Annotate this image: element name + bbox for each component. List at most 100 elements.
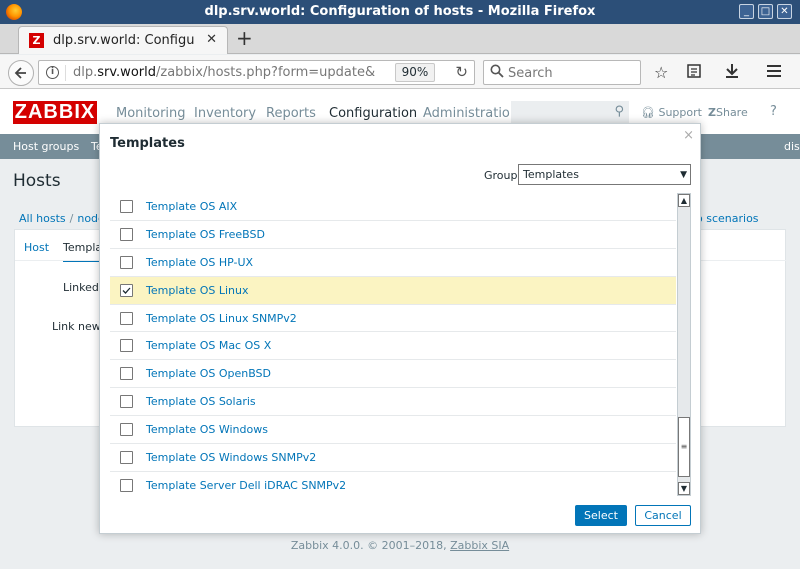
help-link[interactable]: ?: [770, 104, 777, 119]
zabbix-favicon-icon: Z: [29, 33, 44, 48]
templates-list: Template OS AIX Template OS FreeBSD Templa…: [110, 193, 676, 493]
zabbix-search-icon[interactable]: ⚲: [614, 104, 624, 119]
chevron-down-icon: ▼: [680, 170, 687, 180]
new-tab-button[interactable]: +: [236, 27, 253, 49]
template-name-link[interactable]: Template OS OpenBSD: [146, 367, 271, 380]
close-window-button[interactable]: ✕: [777, 4, 792, 19]
tab-close-icon[interactable]: ✕: [206, 32, 217, 47]
search-bar[interactable]: Search: [483, 60, 641, 85]
modal-title: Templates: [110, 136, 185, 151]
zabbix-logo[interactable]: ZABBIX: [13, 101, 97, 124]
modal-close-icon[interactable]: ×: [683, 128, 694, 143]
template-name-link[interactable]: Template OS Linux: [146, 284, 248, 297]
tab-title: dlp.srv.world: Configu: [53, 33, 195, 48]
template-checkbox[interactable]: [120, 200, 133, 213]
template-row[interactable]: Template Server Dell iDRAC SNMPv2: [110, 472, 676, 493]
back-button[interactable]: [8, 60, 34, 86]
browser-tab[interactable]: Z dlp.srv.world: Configu ✕: [18, 26, 228, 54]
group-select[interactable]: Templates ▼: [518, 164, 691, 185]
scroll-up-button[interactable]: ▲: [678, 194, 690, 207]
template-checkbox[interactable]: [120, 423, 133, 437]
tab-templates[interactable]: Templa: [63, 241, 103, 262]
url-bar[interactable]: i dlp.srv.world/zabbix/hosts.php?form=up…: [38, 60, 475, 85]
back-arrow-icon: [14, 67, 26, 79]
url-path: /zabbix/hosts.php?form=update&: [155, 65, 376, 80]
reload-icon[interactable]: ↻: [455, 63, 468, 81]
scroll-down-button[interactable]: ▼: [678, 482, 690, 495]
template-name-link[interactable]: Template OS Solaris: [146, 395, 256, 408]
template-row[interactable]: Template OS Linux SNMPv2: [110, 305, 676, 333]
tab-strip: Z dlp.srv.world: Configu ✕ +: [0, 24, 800, 54]
bookmark-star-icon[interactable]: ☆: [654, 63, 668, 82]
template-checkbox[interactable]: [120, 395, 133, 409]
template-name-link[interactable]: Template OS FreeBSD: [146, 228, 265, 241]
reading-list-icon[interactable]: [686, 63, 702, 83]
menu-monitoring[interactable]: Monitoring: [116, 106, 186, 121]
menu-administration[interactable]: Administration: [423, 106, 518, 121]
template-name-link[interactable]: Template OS AIX: [146, 200, 237, 213]
navigation-bar: i dlp.srv.world/zabbix/hosts.php?form=up…: [0, 55, 800, 89]
templates-scrollbar[interactable]: ▲ ≡ ▼: [677, 193, 691, 496]
template-checkbox[interactable]: [120, 283, 133, 297]
subnav-host-groups[interactable]: Host groups: [13, 140, 79, 153]
template-row[interactable]: Template OS Windows SNMPv2: [110, 444, 676, 472]
template-checkbox[interactable]: [120, 255, 133, 269]
share-link[interactable]: ZShare: [708, 106, 748, 119]
template-row[interactable]: Template OS OpenBSD: [110, 360, 676, 389]
cancel-button[interactable]: Cancel: [635, 505, 691, 526]
menu-reports[interactable]: Reports: [266, 106, 316, 121]
subnav-discovery[interactable]: dis: [784, 140, 800, 153]
search-placeholder: Search: [508, 66, 553, 81]
footer-zabbix-sia-link[interactable]: Zabbix SIA: [450, 539, 509, 552]
web-scenarios-link[interactable]: o scenarios: [696, 212, 759, 225]
template-name-link[interactable]: Template OS Mac OS X: [146, 339, 271, 352]
template-checkbox[interactable]: [120, 451, 133, 465]
template-checkbox[interactable]: [120, 339, 133, 353]
support-label: Support: [658, 106, 702, 119]
menu-configuration[interactable]: Configuration: [329, 106, 417, 121]
template-row[interactable]: Template OS Solaris: [110, 388, 676, 417]
minimize-button[interactable]: _: [739, 4, 754, 19]
url-text[interactable]: dlp.srv.world/zabbix/hosts.php?form=upda…: [73, 65, 393, 80]
select-button[interactable]: Select: [575, 505, 627, 526]
window-titlebar: dlp.srv.world: Configuration of hosts - …: [0, 0, 800, 24]
downloads-icon[interactable]: [724, 63, 740, 83]
breadcrumb: All hosts / node: [19, 212, 105, 225]
template-name-link[interactable]: Template OS Windows SNMPv2: [146, 451, 316, 464]
info-icon[interactable]: i: [46, 66, 59, 79]
template-row[interactable]: Template OS Mac OS X: [110, 332, 676, 361]
search-icon: [490, 64, 504, 82]
scroll-thumb[interactable]: ≡: [678, 417, 690, 477]
url-domain: srv.world: [97, 65, 156, 80]
zabbix-search-input[interactable]: ⚲: [511, 101, 629, 125]
url-separator: [65, 65, 66, 81]
template-name-link[interactable]: Template OS Linux SNMPv2: [146, 312, 297, 325]
url-prefix: dlp.: [73, 65, 98, 80]
menu-hamburger-icon[interactable]: [766, 63, 782, 82]
template-checkbox[interactable]: [120, 478, 133, 492]
template-name-link[interactable]: Template Server Dell iDRAC SNMPv2: [146, 479, 346, 492]
share-z-icon: Z: [708, 106, 716, 119]
support-link[interactable]: 🎧︎ Support: [641, 106, 702, 119]
breadcrumb-all-hosts[interactable]: All hosts: [19, 212, 66, 225]
template-row[interactable]: Template OS HP-UX: [110, 249, 676, 277]
tab-host[interactable]: Host: [24, 241, 49, 254]
window-title: dlp.srv.world: Configuration of hosts - …: [204, 4, 596, 19]
template-row[interactable]: Template OS AIX: [110, 193, 676, 221]
menu-inventory[interactable]: Inventory: [194, 106, 256, 121]
templates-modal: Templates × Group Templates ▼ Template O…: [99, 123, 701, 534]
template-checkbox[interactable]: [120, 367, 133, 381]
template-name-link[interactable]: Template OS HP-UX: [146, 256, 253, 269]
template-checkbox[interactable]: [120, 227, 133, 241]
template-row[interactable]: Template OS Windows: [110, 416, 676, 445]
template-checkbox[interactable]: [120, 311, 133, 325]
page-title: Hosts: [13, 171, 61, 191]
share-label: Share: [715, 106, 748, 119]
template-name-link[interactable]: Template OS Windows: [146, 423, 268, 436]
zoom-level[interactable]: 90%: [395, 63, 435, 82]
footer-text: Zabbix 4.0.0. © 2001–2018,: [290, 539, 451, 552]
template-row[interactable]: Template OS FreeBSD: [110, 221, 676, 249]
headset-icon: 🎧︎: [641, 106, 655, 119]
maximize-button[interactable]: □: [758, 4, 773, 19]
template-row[interactable]: Template OS Linux: [110, 276, 676, 305]
